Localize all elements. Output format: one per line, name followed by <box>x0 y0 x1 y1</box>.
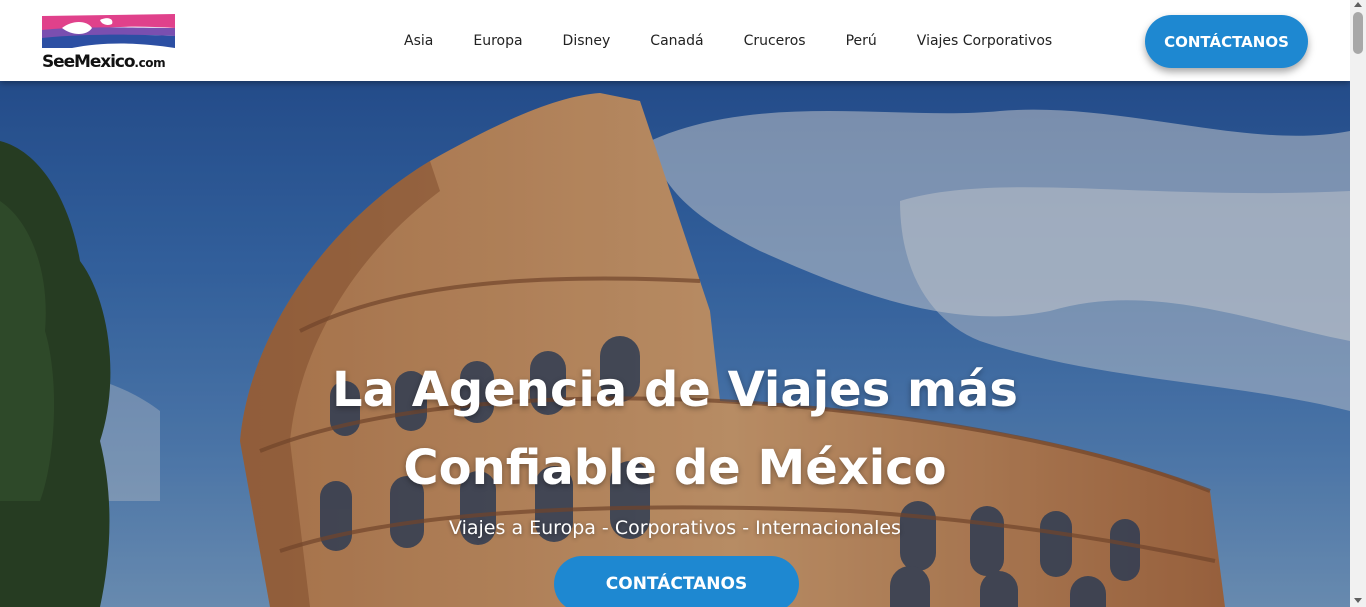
logo-wordmark: SeeMexico.com <box>42 52 166 72</box>
logo-name: SeeMexico <box>42 52 136 72</box>
scrollbar-thumb[interactable] <box>1353 12 1363 54</box>
nav-item-viajes-corporativos[interactable]: Viajes Corporativos <box>897 33 1072 49</box>
site-header: SeeMexico.com Asia Europa Disney Canadá … <box>0 0 1350 81</box>
hero-title-line-2: Confiable de México <box>403 440 947 496</box>
nav-item-canada[interactable]: Canadá <box>630 33 723 49</box>
nav-item-asia[interactable]: Asia <box>384 33 453 49</box>
hero-contact-button[interactable]: CONTÁCTANOS <box>554 556 799 607</box>
logo-mark-icon <box>42 14 175 48</box>
header-contact-button[interactable]: CONTÁCTANOS <box>1145 15 1308 68</box>
logo-suffix: .com <box>134 56 166 70</box>
nav-item-europa[interactable]: Europa <box>453 33 542 49</box>
scroll-up-arrow-icon[interactable] <box>1354 2 1362 7</box>
main-nav: Asia Europa Disney Canadá Cruceros Perú … <box>384 30 1072 52</box>
site-logo[interactable]: SeeMexico.com <box>42 14 177 74</box>
nav-item-cruceros[interactable]: Cruceros <box>724 33 826 49</box>
hero-section: La Agencia de Viajes más Confiable de Mé… <box>0 81 1350 607</box>
page-scrollbar[interactable] <box>1350 0 1366 607</box>
hero-title-line-1: La Agencia de Viajes más <box>332 362 1018 418</box>
hero-title: La Agencia de Viajes más Confiable de Mé… <box>250 351 1100 507</box>
nav-item-disney[interactable]: Disney <box>543 33 631 49</box>
nav-item-peru[interactable]: Perú <box>826 33 897 49</box>
hero-subtitle: Viajes a Europa - Corporativos - Interna… <box>449 517 901 539</box>
scroll-down-arrow-icon[interactable] <box>1354 598 1362 603</box>
